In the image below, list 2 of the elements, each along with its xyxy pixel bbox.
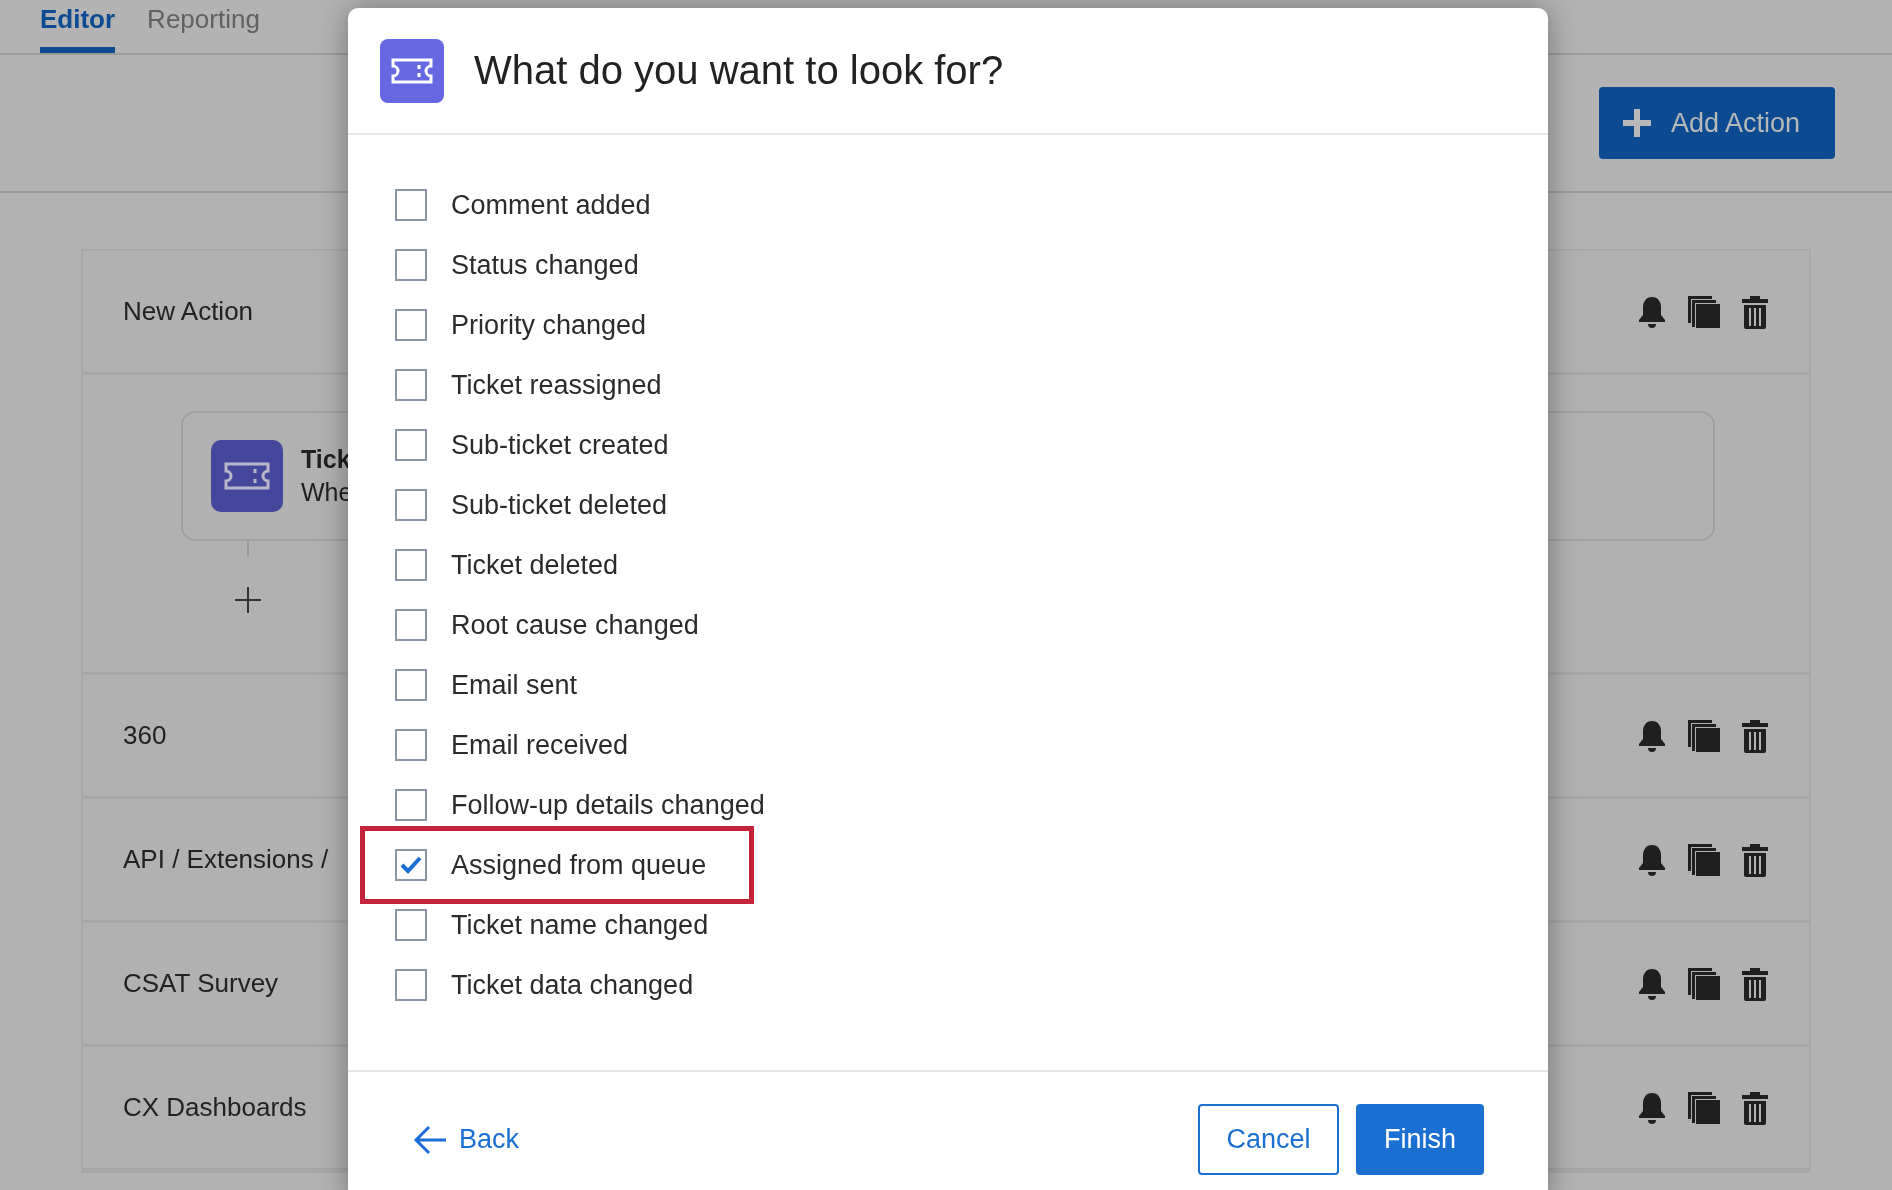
dialog-title: What do you want to look for? (474, 48, 1004, 93)
trigger-title: Tick (301, 445, 352, 474)
